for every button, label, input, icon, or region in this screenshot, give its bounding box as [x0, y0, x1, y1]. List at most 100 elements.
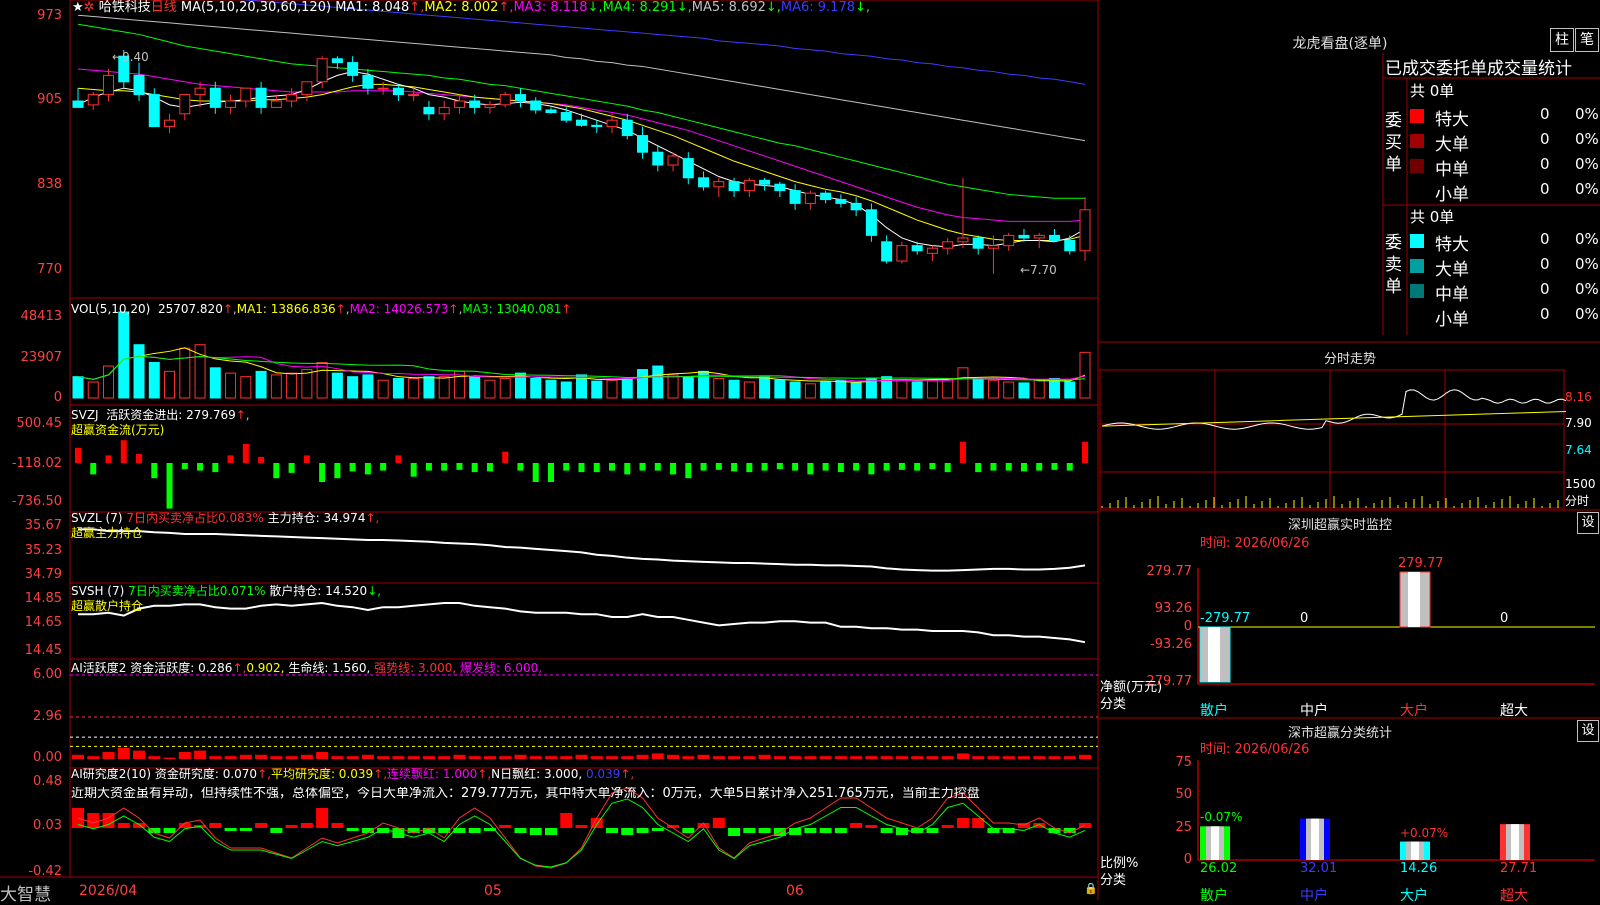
tab-filled[interactable]: 已成交	[1385, 59, 1436, 79]
ai1-bar	[209, 756, 222, 759]
flow-bar	[227, 455, 234, 463]
flow-bar	[959, 441, 966, 463]
flow-bar	[120, 440, 127, 463]
volume-bar	[316, 361, 328, 399]
flow-bar	[929, 463, 936, 470]
candle	[514, 88, 526, 108]
ma-arrow-1: ↑,	[409, 0, 425, 15]
fs-label: 分时	[1565, 494, 1590, 508]
brand-label: 大智慧	[0, 885, 51, 905]
stock-name[interactable]: 哈铁科技	[99, 0, 151, 15]
candle-body	[392, 87, 404, 96]
candle	[621, 113, 633, 140]
volume-bar	[560, 381, 572, 399]
candle	[682, 152, 694, 185]
buy-row-pct-3: 0%	[1575, 180, 1599, 198]
candle	[484, 101, 496, 114]
tab-stats[interactable]: 统计	[1538, 59, 1572, 79]
tick-mode-button[interactable]: 笔	[1575, 28, 1599, 52]
flow-bar	[441, 463, 448, 471]
sell-row-swatch-1	[1410, 259, 1424, 273]
ai1-bar	[590, 756, 603, 759]
ai1-bar	[529, 756, 542, 759]
candle-body	[743, 179, 755, 192]
cls-delta-2: +0.07%	[1400, 825, 1449, 840]
volume-bar	[331, 372, 343, 399]
flow-bar	[395, 455, 402, 463]
volume-bar	[164, 370, 176, 399]
candle-body	[1048, 234, 1060, 242]
flow-bar	[242, 444, 249, 463]
vol-ytick-2: 0	[53, 390, 62, 405]
ai1-bar	[972, 756, 985, 759]
candle-body	[1064, 240, 1076, 252]
buy-row-name-0: 特大	[1435, 110, 1469, 130]
xaxis-date-3: 06	[786, 883, 804, 899]
volume-bar	[850, 382, 862, 399]
flow-bar	[90, 463, 97, 475]
buy-row-pct-0: 0%	[1575, 105, 1599, 123]
candle-body	[957, 237, 969, 243]
cls-bar-shine	[1411, 841, 1419, 860]
ai2-bar	[133, 823, 146, 828]
candle-body	[560, 112, 572, 121]
sell-row-count-2: 0	[1540, 280, 1550, 298]
candle	[164, 113, 176, 133]
star-icon[interactable]: ★	[72, 0, 84, 15]
ai2-ytick-0: 0.48	[33, 774, 62, 789]
candle-body	[926, 247, 938, 254]
cls-settings-button[interactable]: 设	[1577, 720, 1599, 742]
ai1-bar	[819, 756, 832, 759]
volume-bar	[225, 372, 237, 399]
main-ytick-0: 973	[37, 8, 62, 23]
tab-volume[interactable]: 成交量	[1487, 59, 1538, 79]
candle	[896, 241, 908, 264]
period-label[interactable]: 日线	[151, 0, 177, 15]
candle	[1018, 229, 1030, 242]
sz-settings-button[interactable]: 设	[1577, 512, 1599, 534]
candle-body	[347, 62, 359, 76]
ai1-bar	[1033, 756, 1046, 759]
ai2-bar	[407, 828, 420, 833]
main-ytick-1: 905	[37, 92, 62, 107]
ai1-bar	[316, 752, 329, 759]
ai1-bar	[865, 756, 878, 759]
ai1-bar	[834, 756, 847, 759]
candle	[881, 235, 893, 264]
volume-bar	[1079, 351, 1091, 399]
ai2-bar	[850, 823, 863, 828]
candle-body	[87, 94, 99, 106]
candle	[377, 81, 389, 95]
cls-bar-mid	[1506, 824, 1524, 860]
candle-body	[408, 94, 420, 97]
volume-bar	[606, 379, 618, 399]
volume-bar	[652, 365, 664, 399]
sz-ytick-1: 93.26	[1154, 600, 1192, 616]
lhb-tabs: 已成交委托单成交量统计	[1385, 54, 1572, 79]
candle-body	[606, 119, 618, 128]
candle-body	[804, 192, 816, 204]
sz-unit: 净额(万元)	[1100, 680, 1163, 695]
bar-mode-button[interactable]: 柱	[1550, 28, 1574, 52]
lock-icon[interactable]: 🔒	[1084, 882, 1098, 895]
candle-body	[423, 106, 435, 115]
main-ytick-3: 770	[37, 262, 62, 277]
flow-bar	[685, 463, 692, 479]
kline-chart-area[interactable]	[0, 0, 1100, 900]
candle	[194, 81, 206, 108]
candle	[133, 62, 145, 101]
ai1-bar	[392, 756, 405, 759]
flow-bar	[273, 463, 280, 479]
candle	[865, 203, 877, 242]
svsh-sub: 超赢散户持仓	[71, 599, 144, 613]
svsh-header: SVSH (7) 7日内买卖净占比0.071% 散户持仓: 14.520↓,	[71, 584, 382, 598]
candle	[103, 69, 115, 101]
candle-body	[331, 58, 343, 64]
candle	[987, 235, 999, 274]
ai1-bar	[743, 756, 756, 759]
ai2-bar	[300, 823, 313, 828]
sz-cat-3: 超大	[1500, 703, 1528, 719]
ai1-bar	[468, 756, 481, 759]
tab-orders[interactable]: 委托单	[1436, 59, 1487, 79]
flow-bar	[593, 463, 600, 473]
